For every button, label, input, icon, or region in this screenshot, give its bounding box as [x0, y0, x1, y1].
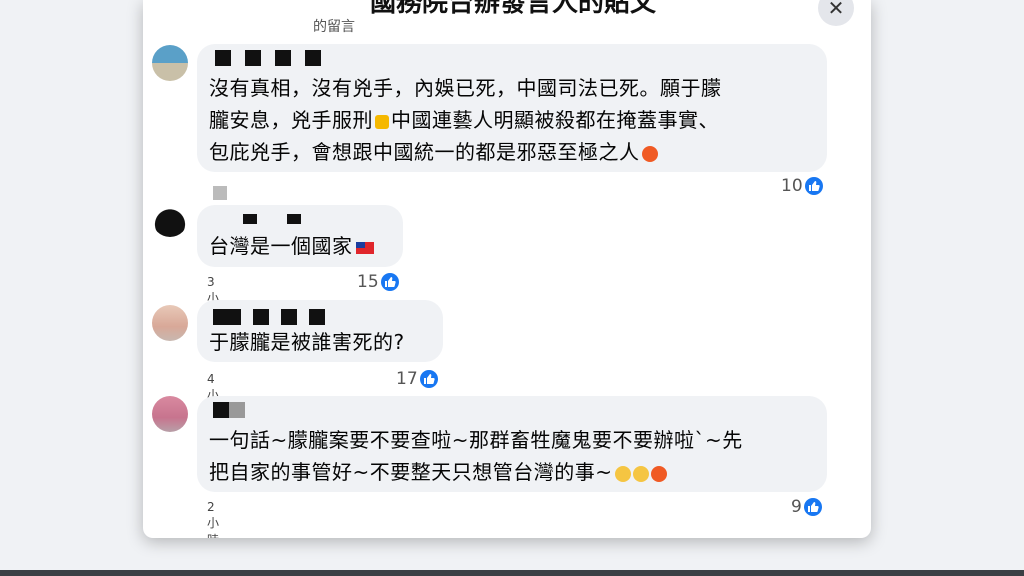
like-count[interactable]: 17: [396, 369, 438, 389]
angry-face-emoji: [650, 465, 667, 482]
crying-face-emoji: [614, 465, 631, 482]
comment-line: 朧安息，兇手服刑 中國連藝人明顯被殺都在掩蓋事實、: [209, 108, 719, 132]
comment-text: 沒有真相，沒有兇手，內娛已死，中國司法已死。願于朦 朧安息，兇手服刑 中國連藝人明…: [209, 72, 722, 168]
comment-line: 一句話~朦朧案要不要查啦~那群畜牲魔鬼要不要辦啦`~先: [209, 428, 743, 452]
comment-text: 台灣是一個國家: [209, 230, 374, 262]
avatar[interactable]: [152, 45, 188, 81]
comment-line: 沒有真相，沒有兇手，內娛已死，中國司法已死。願于朦: [209, 76, 722, 100]
redacted-author-name[interactable]: [213, 186, 227, 200]
comment-text: 于朦朧是被誰害死的?: [209, 330, 405, 354]
redacted-author-name[interactable]: [213, 402, 245, 418]
taiwan-flag-emoji: [355, 241, 374, 254]
redacted-author-name[interactable]: [213, 309, 325, 325]
comments-dialog: 國務院台辦發言人的貼文 的留言 ✕ 沒有真相，沒有兇手，內娛已死，中國司法已死。…: [143, 0, 871, 538]
like-count[interactable]: 9: [791, 497, 822, 517]
close-button[interactable]: ✕: [818, 0, 854, 26]
redacted-author-name[interactable]: [215, 50, 321, 66]
like-thumb-icon: [380, 273, 399, 291]
avatar[interactable]: [152, 201, 188, 237]
redacted-author-name[interactable]: [243, 214, 301, 224]
angry-face-emoji: [641, 145, 658, 162]
like-thumb-icon: [419, 370, 438, 388]
avatar[interactable]: [152, 305, 188, 341]
like-thumb-icon: [804, 177, 823, 195]
praying-hands-emoji: [375, 114, 389, 129]
like-thumb-icon: [803, 498, 822, 516]
close-icon: ✕: [827, 0, 845, 20]
like-count[interactable]: 15: [357, 272, 399, 292]
comment-line: 把自家的事管好~不要整天只想管台灣的事~: [209, 456, 743, 488]
comment-timestamp[interactable]: 2小時: [207, 500, 219, 538]
dialog-subtitle: 的留言: [313, 19, 355, 35]
comment-text: 一句話~朦朧案要不要查啦~那群畜牲魔鬼要不要辦啦`~先 把自家的事管好~不要整天…: [209, 424, 743, 488]
comment-line: 包庇兇手，會想跟中國統一的都是邪惡至極之人: [209, 136, 722, 168]
avatar[interactable]: [152, 396, 188, 432]
eye-roll-emoji: [632, 465, 649, 482]
like-count[interactable]: 10: [781, 176, 823, 196]
taskbar-strip: [0, 570, 1024, 576]
